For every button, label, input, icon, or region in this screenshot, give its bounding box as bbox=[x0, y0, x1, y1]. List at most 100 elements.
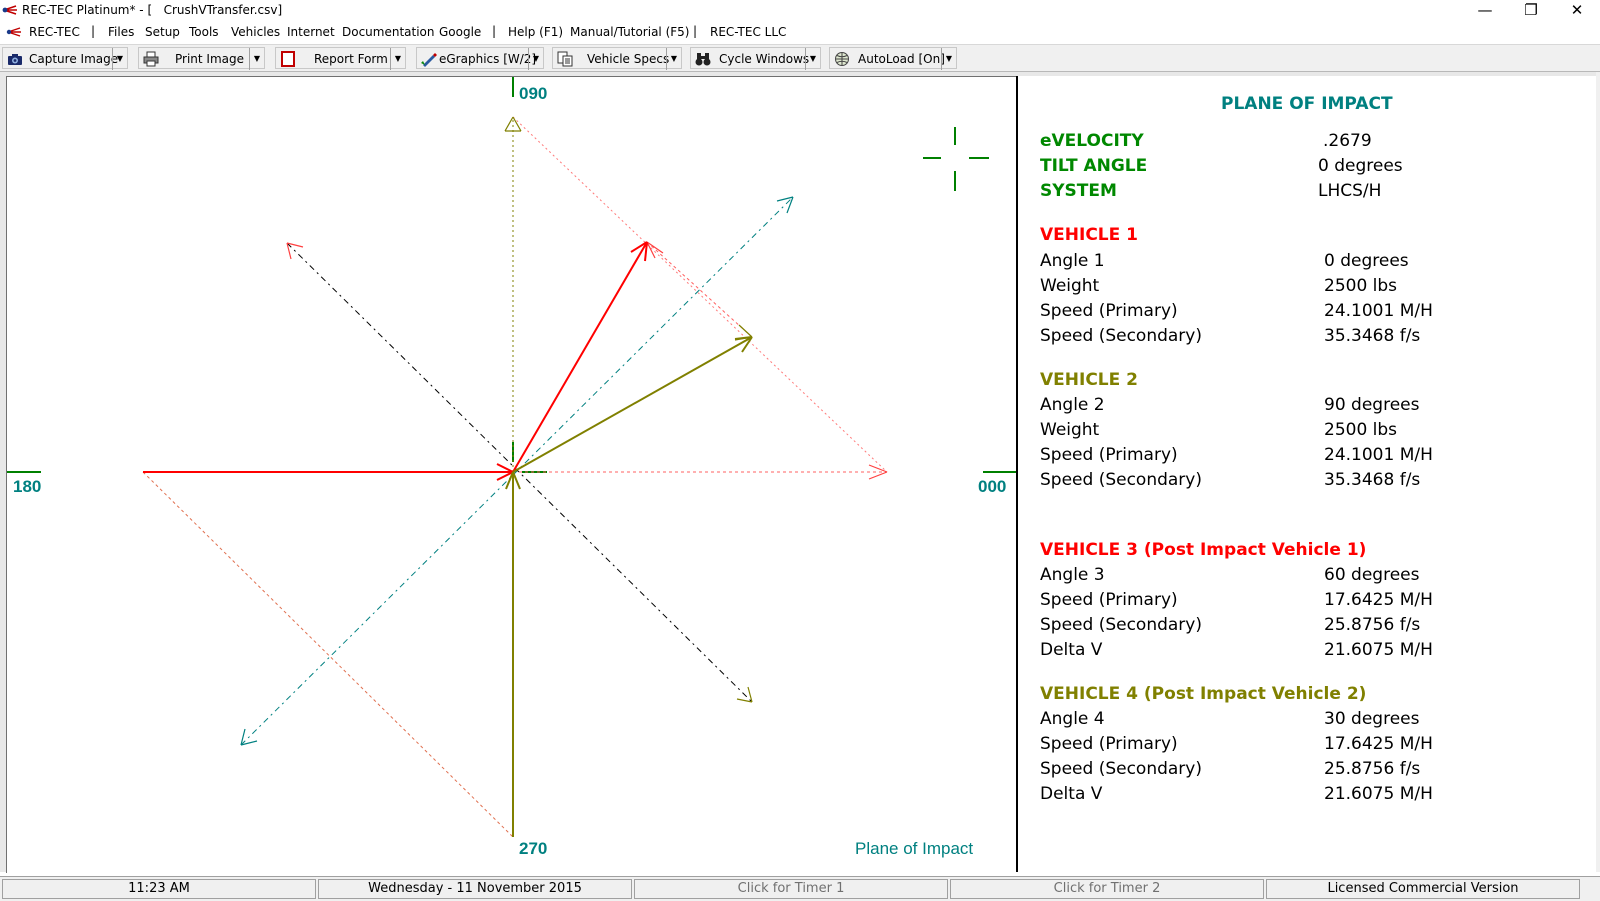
vehicle2-angle-value: 90 degrees bbox=[1324, 395, 1420, 415]
guide-arrowheads bbox=[240, 116, 888, 746]
system-label: SYSTEM bbox=[1040, 181, 1117, 201]
print-image-label: Print Image bbox=[175, 52, 244, 66]
vehicle1-speed-primary-value: 24.1001 M/H bbox=[1324, 301, 1433, 321]
vehicle1-speed-primary-label: Speed (Primary) bbox=[1040, 301, 1178, 321]
evelocity-label: eVELOCITY bbox=[1040, 131, 1144, 151]
vehicle-specs-dropdown[interactable]: ▼ bbox=[666, 48, 681, 70]
egraphics-button[interactable]: eGraphics [W/2] ▼ bbox=[416, 47, 544, 70]
rectec-menu-icon bbox=[6, 27, 21, 37]
menu-separator: | bbox=[492, 24, 497, 38]
vehicle4-speed-secondary-label: Speed (Secondary) bbox=[1040, 759, 1202, 779]
cycle-windows-button[interactable]: Cycle Windows ▼ bbox=[690, 47, 821, 70]
plot-caption: Plane of Impact bbox=[855, 839, 973, 858]
capture-image-label: Capture Image bbox=[29, 52, 119, 66]
egraphics-dropdown[interactable]: ▼ bbox=[528, 48, 543, 70]
vehicle3-post-impact-vector bbox=[512, 241, 648, 473]
vehicle2-heading: VEHICLE 2 bbox=[1040, 370, 1138, 390]
panel-heading: PLANE OF IMPACT bbox=[1221, 94, 1393, 114]
menu-files[interactable]: Files bbox=[108, 25, 134, 39]
copy-icon bbox=[557, 51, 573, 67]
status-time: 11:23 AM bbox=[2, 879, 316, 899]
tilt-angle-label: TILT ANGLE bbox=[1040, 156, 1148, 176]
menu-help[interactable]: Help (F1) bbox=[508, 25, 563, 39]
printer-icon bbox=[143, 51, 159, 67]
menu-vehicles[interactable]: Vehicles bbox=[231, 25, 280, 39]
report-form-button[interactable]: Report Form ▼ bbox=[275, 47, 406, 70]
autoload-button[interactable]: AutoLoad [On] ▼ bbox=[829, 47, 957, 70]
capture-image-dropdown[interactable]: ▼ bbox=[112, 48, 127, 70]
vehicle3-delta-v-value: 21.6075 M/H bbox=[1324, 640, 1433, 660]
report-form-label: Report Form bbox=[314, 52, 388, 66]
menu-separator: | bbox=[693, 24, 698, 38]
vehicle3-delta-v-label: Delta V bbox=[1040, 640, 1103, 660]
vehicle1-heading: VEHICLE 1 bbox=[1040, 225, 1138, 245]
vehicle-specs-button[interactable]: Vehicle Specs ▼ bbox=[552, 47, 682, 70]
impact-data-panel: PLANE OF IMPACT eVELOCITY .2679 TILT ANG… bbox=[1018, 76, 1596, 872]
menu-google[interactable]: Google bbox=[439, 25, 481, 39]
autoload-dropdown[interactable]: ▼ bbox=[941, 48, 956, 70]
vehicle3-speed-primary-value: 17.6425 M/H bbox=[1324, 590, 1433, 610]
vehicle1-speed-secondary-label: Speed (Secondary) bbox=[1040, 326, 1202, 346]
report-form-dropdown[interactable]: ▼ bbox=[390, 48, 405, 70]
plane-of-impact-diagram: 090 180 000 270 Plane of Impact bbox=[6, 76, 1017, 873]
pen-icon bbox=[421, 53, 437, 67]
print-image-button[interactable]: Print Image ▼ bbox=[138, 47, 265, 70]
menu-manual-tutorial[interactable]: Manual/Tutorial (F5) bbox=[570, 25, 689, 39]
print-image-dropdown[interactable]: ▼ bbox=[249, 48, 264, 70]
close-button[interactable]: ✕ bbox=[1554, 0, 1600, 22]
window-edge bbox=[1596, 72, 1600, 872]
evelocity-value: .2679 bbox=[1323, 131, 1372, 151]
vehicle4-delta-v-value: 21.6075 M/H bbox=[1324, 784, 1433, 804]
vehicle1-speed-secondary-value: 35.3468 f/s bbox=[1324, 326, 1421, 346]
menu-tools[interactable]: Tools bbox=[189, 25, 219, 39]
menu-setup[interactable]: Setup bbox=[145, 25, 180, 39]
vehicle2-weight-label: Weight bbox=[1040, 420, 1100, 440]
vehicle4-angle-value: 30 degrees bbox=[1324, 709, 1420, 729]
binoculars-icon bbox=[695, 53, 711, 66]
vehicle2-speed-primary-label: Speed (Primary) bbox=[1040, 445, 1178, 465]
vector-diagram: 090 180 000 270 Plane of Impact bbox=[7, 77, 1017, 858]
cycle-windows-dropdown[interactable]: ▼ bbox=[805, 48, 820, 70]
status-license: Licensed Commercial Version bbox=[1266, 879, 1580, 899]
vehicle2-speed-secondary-value: 35.3468 f/s bbox=[1324, 470, 1421, 490]
minimize-button[interactable]: — bbox=[1462, 0, 1508, 22]
vehicle4-post-impact-vector bbox=[512, 336, 753, 473]
momentum-triangle-side bbox=[512, 116, 888, 473]
vehicle2-speed-secondary-label: Speed (Secondary) bbox=[1040, 470, 1202, 490]
egraphics-label: eGraphics [W/2] bbox=[439, 52, 537, 66]
vehicle1-angle-value: 0 degrees bbox=[1324, 251, 1409, 271]
vehicle3-speed-secondary-label: Speed (Secondary) bbox=[1040, 615, 1202, 635]
vehicle3-speed-primary-label: Speed (Primary) bbox=[1040, 590, 1178, 610]
menu-separator: | bbox=[91, 24, 96, 38]
axis-label-180: 180 bbox=[13, 477, 41, 496]
autoload-label: AutoLoad [On] bbox=[858, 52, 945, 66]
vehicle2-speed-primary-value: 24.1001 M/H bbox=[1324, 445, 1433, 465]
timer2-button[interactable]: Click for Timer 2 bbox=[950, 879, 1264, 899]
vehicle2-angle-label: Angle 2 bbox=[1040, 395, 1105, 415]
reference-crosshair bbox=[923, 127, 989, 191]
menu-bar: REC-TEC | Files Setup Tools Vehicles Int… bbox=[0, 22, 1600, 60]
vehicle4-speed-primary-label: Speed (Primary) bbox=[1040, 734, 1178, 754]
restore-button[interactable]: ❐ bbox=[1508, 0, 1554, 22]
capture-image-button[interactable]: Capture Image ▼ bbox=[2, 47, 128, 70]
menu-documentation[interactable]: Documentation bbox=[342, 25, 435, 39]
menu-rectec[interactable]: REC-TEC bbox=[29, 25, 80, 39]
title-bar: REC-TEC Platinum* - [ CrushVTransfer.csv… bbox=[0, 0, 1600, 22]
vehicle4-speed-primary-value: 17.6425 M/H bbox=[1324, 734, 1433, 754]
system-value: LHCS/H bbox=[1318, 181, 1382, 201]
report-icon bbox=[281, 51, 295, 67]
vehicle1-angle-label: Angle 1 bbox=[1040, 251, 1105, 271]
post-impact-connector bbox=[646, 241, 753, 338]
axis-label-090: 090 bbox=[519, 84, 547, 103]
menu-internet[interactable]: Internet bbox=[287, 25, 335, 39]
vehicle2-weight-value: 2500 lbs bbox=[1324, 420, 1398, 440]
vehicle4-delta-v-label: Delta V bbox=[1040, 784, 1103, 804]
vehicle3-heading: VEHICLE 3 (Post Impact Vehicle 1) bbox=[1040, 540, 1367, 560]
globe-icon bbox=[835, 52, 849, 66]
vehicle1-guide-lower bbox=[142, 471, 514, 838]
vehicle4-heading: VEHICLE 4 (Post Impact Vehicle 2) bbox=[1040, 684, 1367, 704]
menu-rectec-llc[interactable]: REC-TEC LLC bbox=[710, 25, 786, 39]
status-bar: 11:23 AM Wednesday - 11 November 2015 Cl… bbox=[0, 876, 1600, 901]
timer1-button[interactable]: Click for Timer 1 bbox=[634, 879, 948, 899]
status-date: Wednesday - 11 November 2015 bbox=[318, 879, 632, 899]
